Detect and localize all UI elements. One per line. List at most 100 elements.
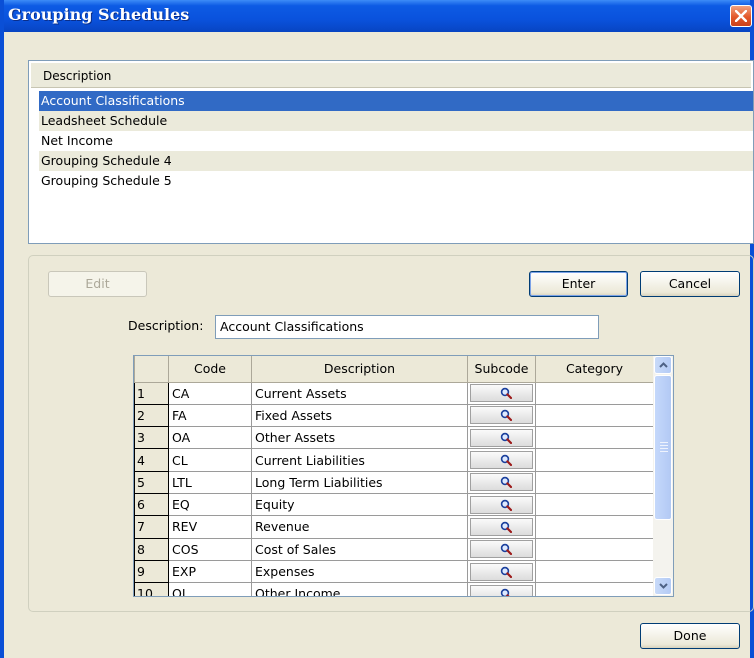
scroll-grip-line: [660, 445, 668, 446]
grid-header-code[interactable]: Code: [168, 356, 252, 383]
title-bar[interactable]: Grouping Schedules: [4, 0, 752, 32]
scroll-up-button[interactable]: [654, 356, 672, 374]
cell-description[interactable]: Cost of Sales: [251, 537, 468, 561]
grid-header-category[interactable]: Category: [535, 356, 654, 383]
list-rows: Account Classifications Leadsheet Schedul…: [39, 91, 753, 191]
cell-subcode: [467, 448, 536, 472]
table-row[interactable]: 4 CL Current Liabilities: [134, 448, 654, 472]
grid-header-description[interactable]: Description: [251, 356, 468, 383]
subcode-lookup-button[interactable]: [470, 428, 533, 447]
subcode-lookup-button[interactable]: [470, 384, 533, 403]
table-row[interactable]: 10 OI Other Income: [134, 582, 654, 596]
enter-button[interactable]: Enter: [529, 271, 628, 297]
cell-category[interactable]: [535, 403, 654, 428]
cell-category[interactable]: [535, 515, 654, 539]
cell-category[interactable]: [535, 470, 654, 494]
edit-button-label: Edit: [85, 276, 110, 291]
list-item[interactable]: Leadsheet Schedule: [39, 111, 753, 131]
row-number: 5: [134, 470, 169, 494]
cell-subcode: [467, 470, 536, 494]
subcode-lookup-button[interactable]: [470, 473, 533, 492]
cell-description[interactable]: Other Income: [251, 582, 468, 596]
list-item[interactable]: Account Classifications: [39, 91, 753, 111]
cell-subcode: [467, 537, 536, 561]
done-button[interactable]: Done: [640, 623, 740, 649]
cell-category[interactable]: [535, 559, 654, 584]
magnifier-icon: [500, 544, 512, 556]
subcode-lookup-button[interactable]: [470, 517, 533, 536]
subcode-lookup-button[interactable]: [470, 495, 533, 514]
description-label: Description:: [128, 318, 204, 333]
subcode-lookup-button[interactable]: [470, 540, 533, 559]
table-row[interactable]: 2 FA Fixed Assets: [134, 403, 654, 428]
cell-code[interactable]: CL: [168, 448, 252, 472]
cell-category[interactable]: [535, 537, 654, 561]
list-column-header[interactable]: Description: [31, 63, 751, 88]
magnifier-icon: [500, 454, 512, 467]
cell-description[interactable]: Current Assets: [251, 381, 468, 405]
cell-code[interactable]: REV: [168, 515, 252, 539]
description-input[interactable]: Account Classifications: [215, 315, 599, 339]
table-row[interactable]: 1 CA Current Assets: [134, 381, 654, 405]
cell-category[interactable]: [535, 426, 654, 450]
cell-category[interactable]: [535, 381, 654, 405]
table-row[interactable]: 5 LTL Long Term Liabilities: [134, 470, 654, 494]
grid-header-subcode[interactable]: Subcode: [467, 356, 536, 383]
row-number: 3: [134, 426, 169, 450]
cell-code[interactable]: EXP: [168, 559, 252, 584]
cell-description[interactable]: Other Assets: [251, 426, 468, 450]
magnifier-icon: [500, 432, 512, 444]
subcode-lookup-button[interactable]: [470, 451, 533, 470]
cancel-button-label: Cancel: [668, 276, 712, 291]
cell-code[interactable]: FA: [168, 403, 252, 428]
cell-description[interactable]: Equity: [251, 492, 468, 517]
table-row[interactable]: 9 EXP Expenses: [134, 559, 654, 584]
subcode-lookup-button[interactable]: [470, 562, 533, 581]
row-number: 2: [134, 403, 169, 428]
list-item[interactable]: Grouping Schedule 4: [39, 151, 753, 171]
cell-code[interactable]: CA: [168, 381, 252, 405]
grid-body: 1 CA Current Assets 2 FA Fixed Assets 3 …: [134, 381, 654, 596]
cell-description[interactable]: Fixed Assets: [251, 403, 468, 428]
cell-subcode: [467, 582, 536, 596]
scroll-grip-line: [660, 442, 668, 443]
grouping-schedules-dialog: Grouping Schedules Description Account C…: [0, 0, 754, 658]
window-title: Grouping Schedules: [8, 5, 190, 24]
cell-description[interactable]: Revenue: [251, 515, 468, 539]
enter-button-label: Enter: [561, 276, 596, 291]
schedule-list[interactable]: Description Account Classifications Leads…: [28, 60, 754, 244]
magnifier-icon: [500, 410, 512, 422]
cell-code[interactable]: OI: [168, 582, 252, 596]
list-item[interactable]: Net Income: [39, 131, 753, 151]
row-number: 7: [134, 515, 169, 539]
scroll-grip-line: [660, 448, 668, 449]
table-row[interactable]: 3 OA Other Assets: [134, 426, 654, 450]
cell-description[interactable]: Current Liabilities: [251, 448, 468, 472]
cell-code[interactable]: EQ: [168, 492, 252, 517]
row-number: 9: [134, 559, 169, 584]
cell-subcode: [467, 403, 536, 428]
cell-code[interactable]: OA: [168, 426, 252, 450]
cell-code[interactable]: LTL: [168, 470, 252, 494]
edit-button[interactable]: Edit: [48, 271, 147, 297]
cell-category[interactable]: [535, 448, 654, 472]
magnifier-icon: [500, 477, 512, 489]
grid-vertical-scrollbar[interactable]: [653, 356, 673, 596]
table-row[interactable]: 6 EQ Equity: [134, 492, 654, 517]
cell-description[interactable]: Expenses: [251, 559, 468, 584]
row-number: 10: [134, 582, 169, 596]
table-row[interactable]: 8 COS Cost of Sales: [134, 537, 654, 561]
close-button[interactable]: [730, 5, 752, 27]
scroll-down-button[interactable]: [654, 577, 672, 595]
list-item[interactable]: Grouping Schedule 5: [39, 171, 753, 191]
cancel-button[interactable]: Cancel: [640, 271, 740, 297]
subcode-lookup-button[interactable]: [470, 584, 533, 596]
cell-description[interactable]: Long Term Liabilities: [251, 470, 468, 494]
cell-category[interactable]: [535, 492, 654, 517]
scroll-thumb[interactable]: [654, 375, 672, 520]
cell-code[interactable]: COS: [168, 537, 252, 561]
row-number: 1: [134, 381, 169, 405]
subcode-lookup-button[interactable]: [470, 406, 533, 425]
cell-category[interactable]: [535, 582, 654, 596]
table-row[interactable]: 7 REV Revenue: [134, 515, 654, 539]
